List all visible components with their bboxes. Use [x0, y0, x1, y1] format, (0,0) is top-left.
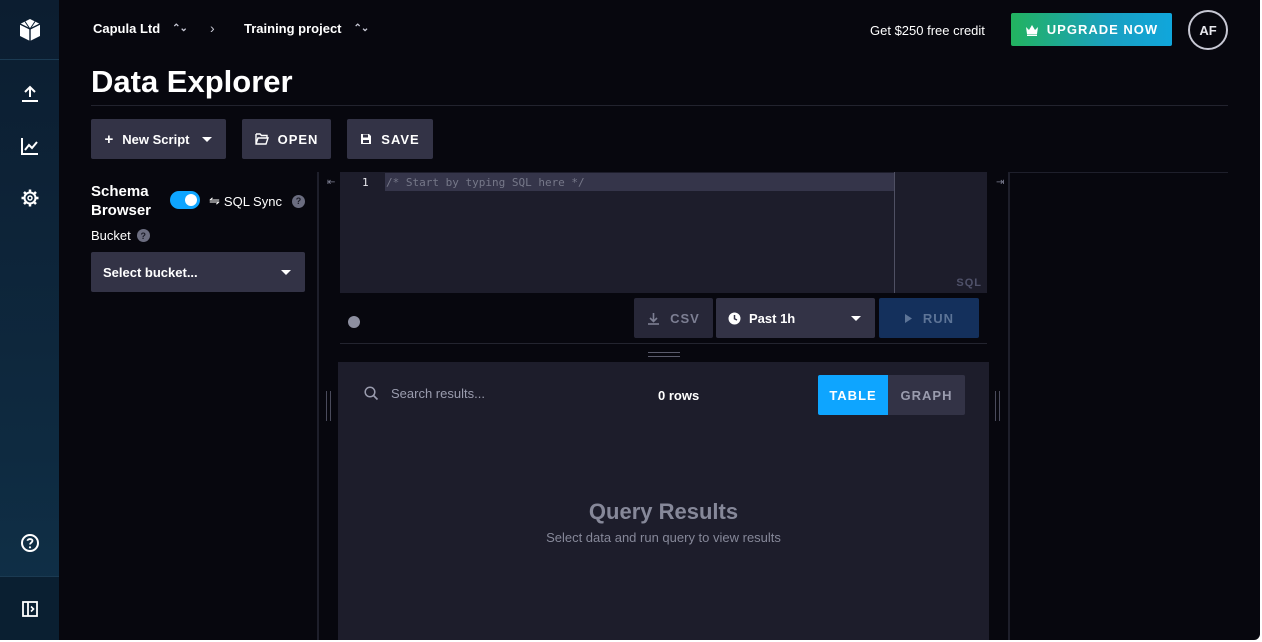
table-view-tab[interactable]: TABLE	[818, 375, 888, 415]
logo-icon[interactable]	[0, 0, 59, 60]
save-button[interactable]: SAVE	[347, 119, 433, 159]
new-script-button[interactable]: + New Script	[91, 119, 226, 159]
right-side-panel	[1010, 172, 1228, 640]
results-resize-handle[interactable]	[340, 343, 987, 362]
caret-down-icon	[281, 269, 291, 275]
breadcrumb-separator-icon: ›	[210, 20, 215, 36]
sql-sync-toggle[interactable]	[170, 191, 200, 209]
project-name: Training project	[244, 21, 342, 36]
collapse-sidebar-icon[interactable]	[0, 576, 59, 640]
folder-open-icon	[254, 133, 269, 145]
org-selector[interactable]: Capula Ltd ⌃⌄	[93, 21, 188, 36]
graph-view-tab[interactable]: GRAPH	[888, 375, 965, 415]
connection-status-indicator	[348, 316, 360, 328]
free-credit-link[interactable]: Get $250 free credit	[870, 23, 985, 38]
bucket-label-group: Bucket ?	[91, 228, 150, 243]
updown-chevron-icon: ⌃⌄	[353, 23, 370, 34]
upload-icon[interactable]	[0, 74, 59, 114]
query-results-panel: Search results... 0 rows TABLE GRAPH Que…	[338, 362, 989, 640]
caret-down-icon	[202, 136, 213, 142]
run-label: RUN	[922, 310, 955, 326]
upgrade-now-button[interactable]: UPGRADE NOW	[1011, 13, 1172, 46]
grip-bars-icon	[648, 352, 680, 357]
schema-browser-panel: Schema Browser ⇋ SQL Sync ? Bucket ? Sel…	[91, 172, 307, 640]
bucket-select[interactable]: Select bucket...	[91, 252, 305, 292]
save-label: SAVE	[381, 131, 420, 147]
open-button[interactable]: OPEN	[242, 119, 331, 159]
bucket-label: Bucket	[91, 228, 131, 243]
time-range-value: Past 1h	[749, 310, 796, 326]
row-count: 0 rows	[658, 388, 700, 403]
chart-icon[interactable]	[0, 126, 59, 166]
play-icon	[904, 313, 912, 323]
results-search[interactable]: Search results...	[364, 386, 485, 401]
editor-language-label: SQL	[956, 277, 982, 289]
run-query-button[interactable]: RUN	[879, 298, 979, 338]
left-resize-handle[interactable]	[326, 391, 331, 421]
page-title: Data Explorer	[91, 64, 293, 99]
sql-sync-label: SQL Sync	[223, 193, 282, 209]
results-search-input[interactable]: Search results...	[391, 386, 485, 401]
org-name: Capula Ltd	[93, 21, 161, 36]
download-icon	[648, 312, 660, 325]
schema-browser-title: Schema Browser	[91, 183, 152, 219]
updown-chevron-icon: ⌃⌄	[172, 23, 188, 34]
open-label: OPEN	[277, 131, 319, 147]
sql-sync-help-icon[interactable]: ?	[291, 194, 305, 208]
sql-editor-input[interactable]: /* Start by typing SQL here */	[385, 173, 894, 191]
schema-panel-divider	[317, 172, 319, 640]
collapse-right-icon[interactable]: ⇥	[996, 177, 1004, 188]
bucket-select-value: Select bucket...	[103, 264, 198, 280]
editor-minimap: SQL	[894, 172, 987, 293]
csv-download-button[interactable]: CSV	[634, 298, 713, 338]
sql-sync-label-group: ⇋ SQL Sync ?	[209, 193, 305, 209]
clock-icon	[728, 312, 741, 324]
app-window: Capula Ltd ⌃⌄ › Training project ⌃⌄ Get …	[0, 0, 1260, 640]
sync-arrows-icon: ⇋	[209, 193, 220, 208]
floppy-disk-icon	[361, 134, 372, 144]
toggle-knob	[185, 194, 197, 206]
time-range-select[interactable]: Past 1h	[716, 298, 875, 338]
sql-editor[interactable]: 1 /* Start by typing SQL here */ SQL	[340, 172, 987, 293]
user-avatar[interactable]: AF	[1188, 10, 1228, 50]
caret-down-icon	[851, 315, 861, 321]
crown-icon	[1025, 24, 1038, 36]
empty-results-title: Query Results	[588, 499, 739, 524]
settings-icon[interactable]	[0, 178, 59, 218]
collapse-left-icon[interactable]: ⇤	[327, 177, 335, 188]
search-icon	[364, 386, 379, 401]
plus-icon: +	[104, 130, 114, 148]
left-nav	[0, 0, 59, 640]
bucket-help-icon[interactable]: ?	[136, 229, 150, 242]
query-action-bar: CSV Past 1h RUN	[340, 294, 987, 342]
csv-label: CSV	[670, 310, 700, 326]
title-divider	[91, 105, 1228, 106]
help-icon[interactable]	[0, 523, 59, 563]
new-script-label: New Script	[122, 131, 190, 147]
empty-results-subtitle: Select data and run query to view result…	[546, 530, 781, 545]
line-number: 1	[362, 176, 369, 189]
upgrade-now-label: UPGRADE NOW	[1046, 22, 1159, 37]
project-selector[interactable]: Training project ⌃⌄	[244, 21, 370, 36]
right-resize-handle[interactable]	[995, 391, 1000, 421]
